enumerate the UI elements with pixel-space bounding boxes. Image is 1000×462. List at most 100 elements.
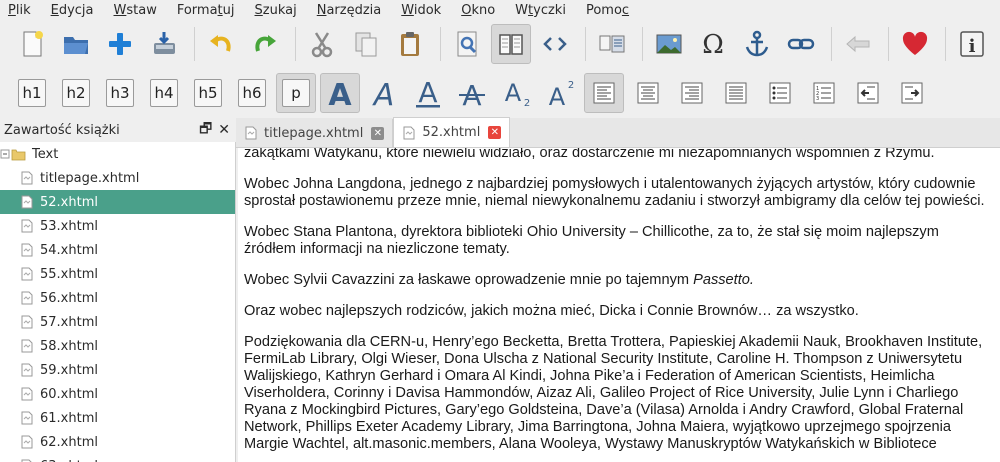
tab-label: titlepage.xhtml	[264, 125, 364, 141]
menu-item[interactable]: Wtyczki	[515, 3, 566, 18]
heading-4-button[interactable]: h4	[144, 73, 184, 113]
book-view-button[interactable]	[491, 24, 531, 64]
subscript-button[interactable]: A2	[496, 73, 536, 113]
strikethrough-button[interactable]: A	[452, 73, 492, 113]
file-icon	[21, 291, 33, 305]
numbered-list-button[interactable]: 123	[804, 73, 844, 113]
split-button[interactable]	[592, 24, 632, 64]
italic-icon: A	[372, 78, 395, 109]
toolbar-separator	[440, 27, 441, 61]
paste-button[interactable]	[390, 24, 430, 64]
file-item[interactable]: 59.xhtml	[0, 358, 235, 382]
open-button[interactable]	[56, 24, 96, 64]
insert-special-char-button[interactable]: Ω	[693, 24, 733, 64]
numbered-list-icon: 123	[813, 82, 835, 104]
cut-button[interactable]	[302, 24, 342, 64]
back-button[interactable]	[838, 24, 878, 64]
tab-52[interactable]: 52.xhtml ✕	[393, 117, 511, 147]
plus-icon	[109, 33, 131, 55]
folder-text[interactable]: Text	[0, 142, 235, 166]
svg-text:A: A	[418, 77, 437, 109]
menu-item[interactable]: Wstaw	[114, 3, 157, 18]
heading-6-button[interactable]: h6	[232, 73, 272, 113]
save-button[interactable]	[144, 24, 184, 64]
toolbar-separator	[945, 27, 946, 61]
preview-button[interactable]	[447, 24, 487, 64]
menu-item[interactable]: Plik	[8, 3, 31, 18]
menu-mnemonic: E	[50, 2, 59, 18]
copy-button[interactable]	[346, 24, 386, 64]
close-tab-icon[interactable]: ✕	[371, 126, 385, 140]
heading-label: h6	[238, 79, 266, 107]
close-panel-icon[interactable]: ✕	[218, 122, 230, 138]
heading-3-button[interactable]: h3	[100, 73, 140, 113]
tab-titlepage[interactable]: titlepage.xhtml ✕	[236, 119, 394, 147]
file-item[interactable]: titlepage.xhtml	[0, 166, 235, 190]
italic-button[interactable]: A	[364, 73, 404, 113]
toolbar-separator	[888, 27, 889, 61]
svg-text:A: A	[372, 78, 395, 109]
toolbar-separator	[295, 27, 296, 61]
code-view-button[interactable]	[535, 24, 575, 64]
undo-button[interactable]	[201, 24, 241, 64]
file-item[interactable]: 63.xhtml	[0, 454, 235, 462]
book-view-editor[interactable]: zakątkami Watykanu, które niewielu widzi…	[238, 148, 1000, 462]
save-icon	[154, 32, 175, 54]
menu-text: arzędzia	[326, 2, 382, 18]
heading-5-button[interactable]: h5	[188, 73, 228, 113]
heading-1-button[interactable]: h1	[12, 73, 52, 113]
align-justify-button[interactable]	[716, 73, 756, 113]
file-icon	[21, 411, 33, 425]
insert-link-button[interactable]	[781, 24, 821, 64]
file-icon	[21, 339, 33, 353]
file-icon	[21, 267, 33, 281]
insert-anchor-button[interactable]	[737, 24, 777, 64]
heading-2-button[interactable]: h2	[56, 73, 96, 113]
align-center-button[interactable]	[628, 73, 668, 113]
bullet-list-button[interactable]	[760, 73, 800, 113]
align-left-button[interactable]	[584, 73, 624, 113]
paragraph: Podziękowania dla CERN-u, Henry’ego Beck…	[244, 334, 983, 452]
file-item[interactable]: 62.xhtml	[0, 430, 235, 454]
tab-label: 52.xhtml	[422, 125, 481, 140]
menu-item[interactable]: Formatuj	[177, 3, 235, 18]
add-button[interactable]	[100, 24, 140, 64]
file-item[interactable]: 55.xhtml	[0, 262, 235, 286]
increase-indent-button[interactable]	[892, 73, 932, 113]
redo-button[interactable]	[245, 24, 285, 64]
insert-image-button[interactable]	[649, 24, 689, 64]
file-item[interactable]: 54.xhtml	[0, 238, 235, 262]
paragraph-button[interactable]: p	[276, 73, 316, 113]
decrease-indent-button[interactable]	[848, 73, 888, 113]
menu-item[interactable]: Edycja	[51, 3, 94, 18]
toolbar-overflow-button[interactable]	[996, 24, 1000, 64]
svg-text:i: i	[969, 36, 976, 57]
file-item[interactable]: 61.xhtml	[0, 406, 235, 430]
underline-button[interactable]: A	[408, 73, 448, 113]
new-file-button[interactable]	[12, 24, 52, 64]
file-item[interactable]: 56.xhtml	[0, 286, 235, 310]
menu-text: uj	[222, 2, 235, 18]
close-tab-icon[interactable]: ✕	[488, 126, 502, 139]
float-panel-icon[interactable]: 🗗	[199, 118, 212, 142]
file-item[interactable]: 60.xhtml	[0, 382, 235, 406]
file-item[interactable]: 52.xhtml	[0, 190, 235, 214]
menu-item[interactable]: Pomoc	[586, 3, 629, 18]
file-item[interactable]: 53.xhtml	[0, 214, 235, 238]
menu-text: Pomo	[585, 2, 622, 18]
donate-button[interactable]	[895, 24, 935, 64]
clipboard-icon	[401, 32, 419, 56]
menu-item[interactable]: Okno	[461, 3, 495, 18]
file-item[interactable]: 57.xhtml	[0, 310, 235, 334]
bold-button[interactable]: A	[320, 73, 360, 113]
collapse-icon[interactable]	[0, 147, 26, 161]
menu-item[interactable]: Szukaj	[255, 3, 297, 18]
metadata-button[interactable]: i	[952, 24, 992, 64]
menu-item[interactable]: Widok	[401, 3, 441, 18]
superscript-button[interactable]: A2	[540, 73, 580, 113]
menu-item[interactable]: Narzędzia	[317, 3, 382, 18]
svg-text:A: A	[505, 79, 522, 107]
book-browser-header: Zawartość książki 🗗 ✕	[0, 118, 236, 142]
align-right-button[interactable]	[672, 73, 712, 113]
file-item[interactable]: 58.xhtml	[0, 334, 235, 358]
